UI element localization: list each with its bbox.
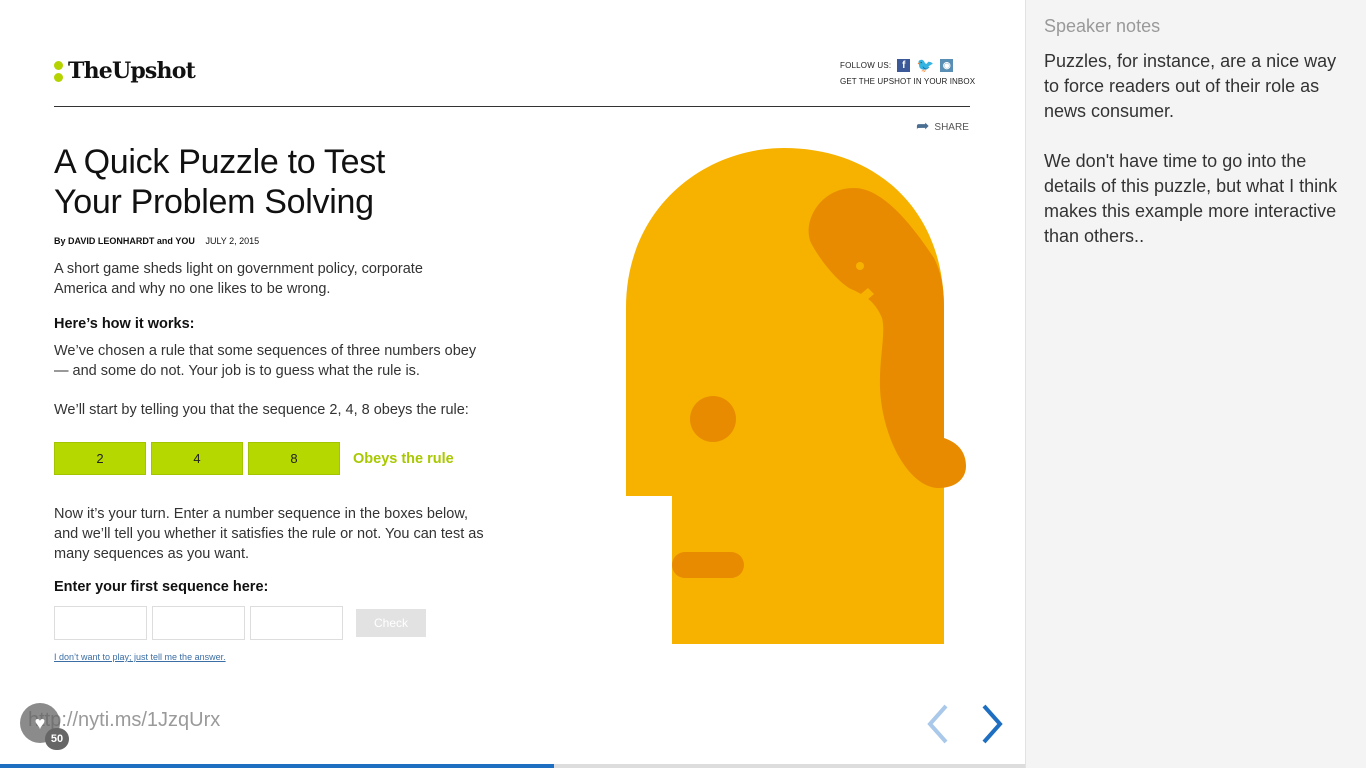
share-arrow-icon: ➦: [916, 118, 930, 135]
mouth-bar: [672, 552, 744, 578]
previous-slide-button[interactable]: [922, 702, 954, 746]
obeys-rule-label: Obeys the rule: [353, 450, 454, 467]
like-count: 50: [45, 728, 69, 750]
sequence-input-2[interactable]: [152, 606, 245, 640]
tell-me-answer-link[interactable]: I don’t want to play; just tell me the a…: [54, 652, 226, 662]
sequence-inputs: Check: [54, 606, 426, 640]
next-slide-button[interactable]: [976, 702, 1008, 746]
follow-us: FOLLOW US: f 🐦 ◉ GET THE UPSHOT IN YOUR …: [840, 58, 975, 86]
byline: By DAVID LEONHARDT and YOU JULY 2, 2015: [54, 236, 259, 246]
speaker-notes-title: Speaker notes: [1044, 16, 1161, 36]
sequence-box: 4: [151, 442, 243, 475]
heart-icon: ♥: [34, 712, 46, 733]
head-illustration: [626, 148, 966, 644]
chevron-left-icon: [927, 704, 948, 744]
slide-progress-bar: [0, 764, 1025, 768]
slide: TheUpshot FOLLOW US: f 🐦 ◉ GET THE UPSHO…: [0, 0, 1025, 768]
article-headline: A Quick Puzzle to Test Your Problem Solv…: [54, 142, 474, 222]
share-label: SHARE: [934, 121, 969, 133]
byline-author[interactable]: DAVID LEONHARDT: [68, 236, 154, 246]
follow-label: FOLLOW US:: [840, 61, 892, 70]
speaker-notes-panel: Speaker notes Puzzles, for instance, are…: [1025, 0, 1366, 768]
your-turn-text: Now it’s your turn. Enter a number seque…: [54, 506, 484, 562]
enter-sequence-heading: Enter your first sequence here:: [54, 579, 269, 595]
cheek-circle: [690, 396, 736, 442]
how-it-works-heading: Here’s how it works:: [54, 316, 195, 332]
article-summary: A short game sheds light on government p…: [54, 261, 423, 297]
header-divider: [54, 106, 970, 107]
byline-coauthor: YOU: [175, 236, 195, 246]
sequence-input-1[interactable]: [54, 606, 147, 640]
article-date: JULY 2, 2015: [205, 236, 260, 246]
logo-dots-icon: [54, 60, 63, 82]
slide-progress-fill: [0, 764, 554, 768]
example-sequence: 2 4 8 Obeys the rule: [54, 442, 454, 475]
facebook-icon[interactable]: f: [897, 59, 911, 72]
speaker-notes-text: Puzzles, for instance, are a nice way to…: [1044, 51, 1338, 246]
byline-prefix: By: [54, 236, 66, 246]
twitter-icon[interactable]: 🐦: [916, 58, 934, 72]
share-button[interactable]: ➦ SHARE: [916, 118, 969, 135]
headline-line-2: Your Problem Solving: [54, 183, 374, 221]
start-text: We’ll start by telling you that the sequ…: [54, 402, 469, 418]
sequence-input-3[interactable]: [250, 606, 343, 640]
rss-icon[interactable]: ◉: [940, 59, 954, 72]
chevron-right-icon: [982, 704, 1003, 744]
check-button[interactable]: Check: [356, 609, 426, 637]
eye-dot: [856, 262, 864, 270]
logo-text: TheUpshot: [68, 58, 196, 84]
sequence-box: 2: [54, 442, 146, 475]
newsletter-link[interactable]: GET THE UPSHOT IN YOUR INBOX: [840, 77, 975, 86]
headline-line-1: A Quick Puzzle to Test: [54, 143, 386, 181]
upshot-logo[interactable]: TheUpshot: [54, 58, 196, 84]
byline-and: and: [156, 236, 173, 246]
how-it-works-text: We’ve chosen a rule that some sequences …: [54, 343, 477, 379]
sequence-box: 8: [248, 442, 340, 475]
